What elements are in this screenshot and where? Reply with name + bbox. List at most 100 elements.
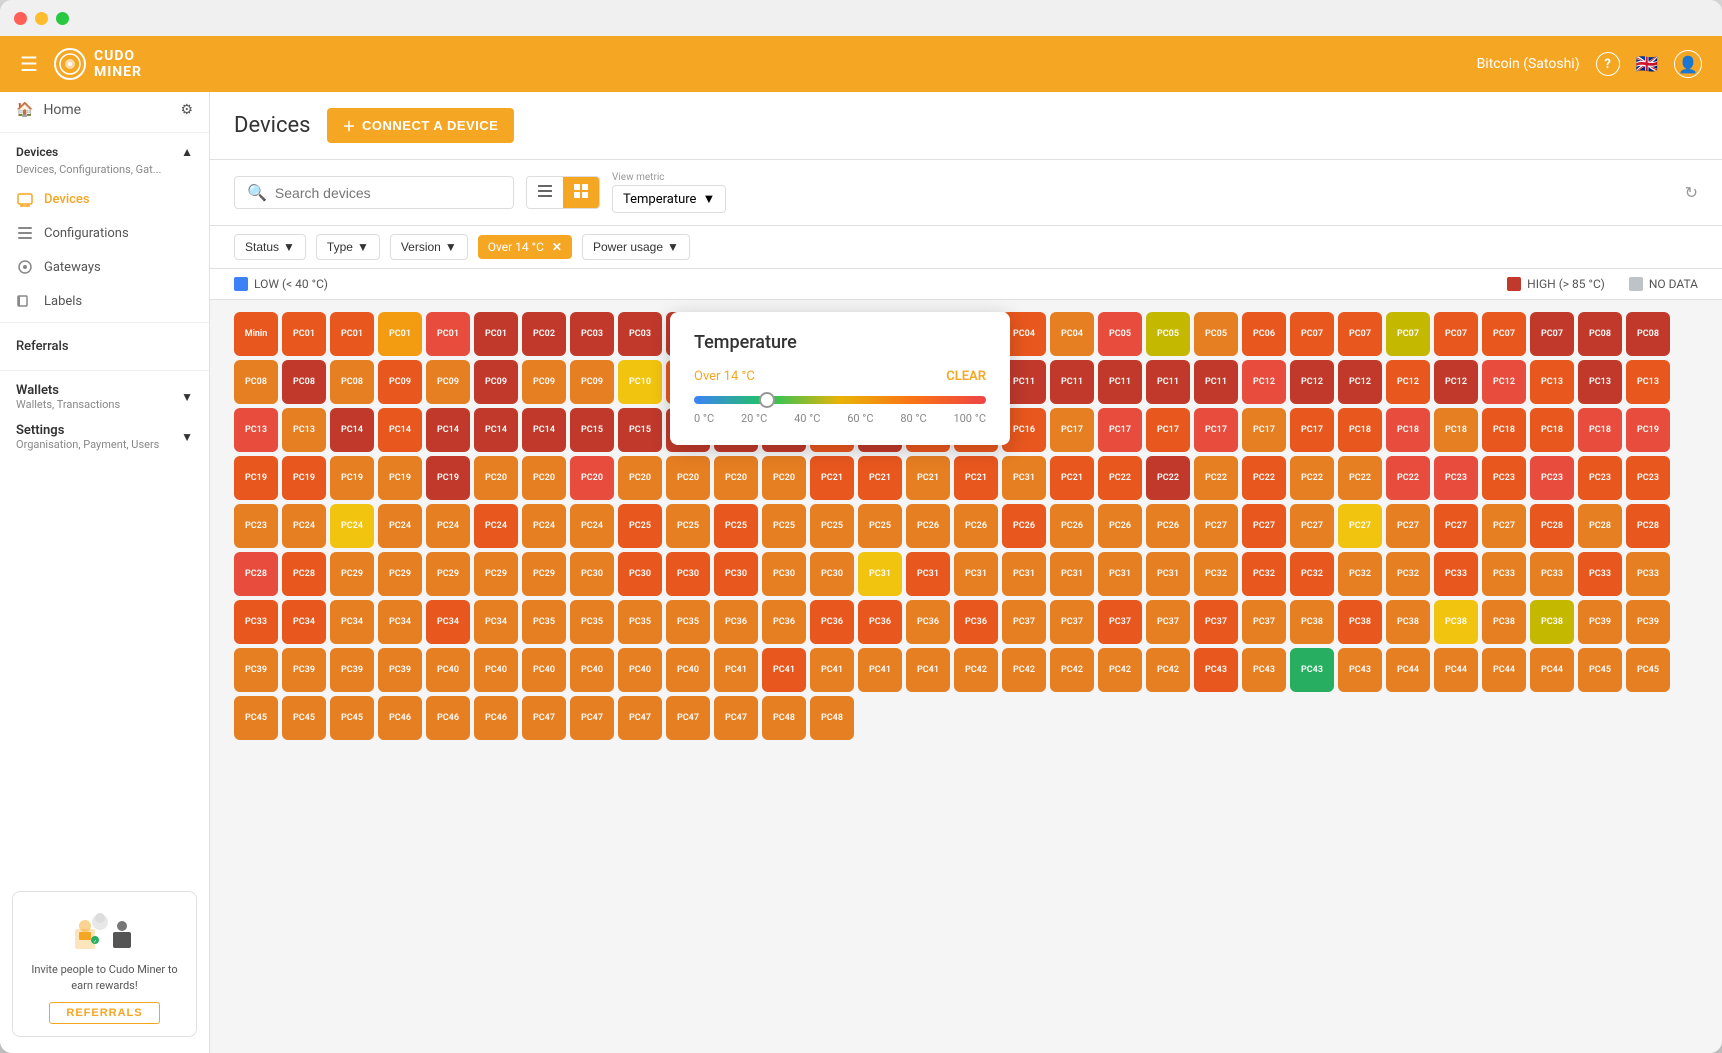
device-tile[interactable]: PC17 <box>1194 408 1238 452</box>
device-tile[interactable]: PC35 <box>522 600 566 644</box>
device-tile[interactable]: PC08 <box>1578 312 1622 356</box>
device-tile[interactable]: PC45 <box>330 696 374 740</box>
device-tile[interactable]: PC36 <box>714 600 758 644</box>
device-tile[interactable]: PC23 <box>1626 456 1670 500</box>
device-tile[interactable]: PC07 <box>1386 312 1430 356</box>
device-tile[interactable]: Minin <box>234 312 278 356</box>
device-tile[interactable]: PC09 <box>378 360 422 404</box>
device-tile[interactable]: PC38 <box>1338 600 1382 644</box>
device-tile[interactable]: PC30 <box>762 552 806 596</box>
device-tile[interactable]: PC33 <box>1434 552 1478 596</box>
device-tile[interactable]: PC01 <box>282 312 326 356</box>
device-tile[interactable]: PC35 <box>618 600 662 644</box>
device-tile[interactable]: PC29 <box>426 552 470 596</box>
device-tile[interactable]: PC19 <box>1626 408 1670 452</box>
device-tile[interactable]: PC47 <box>522 696 566 740</box>
device-tile[interactable]: PC01 <box>378 312 422 356</box>
device-tile[interactable]: PC10 <box>618 360 662 404</box>
device-tile[interactable]: PC07 <box>1338 312 1382 356</box>
device-tile[interactable]: PC31 <box>1146 552 1190 596</box>
device-tile[interactable]: PC27 <box>1338 504 1382 548</box>
search-input[interactable] <box>275 185 501 201</box>
device-tile[interactable]: PC36 <box>906 600 950 644</box>
device-tile[interactable]: PC31 <box>906 552 950 596</box>
device-tile[interactable]: PC27 <box>1242 504 1286 548</box>
device-tile[interactable]: PC27 <box>1434 504 1478 548</box>
refresh-icon[interactable]: ↻ <box>1685 183 1698 202</box>
device-tile[interactable]: PC40 <box>426 648 470 692</box>
device-tile[interactable]: PC25 <box>810 504 854 548</box>
device-tile[interactable]: PC32 <box>1338 552 1382 596</box>
device-tile[interactable]: PC18 <box>1434 408 1478 452</box>
device-tile[interactable]: PC30 <box>618 552 662 596</box>
device-tile[interactable]: PC25 <box>762 504 806 548</box>
device-tile[interactable]: PC24 <box>522 504 566 548</box>
device-tile[interactable]: PC26 <box>1098 504 1142 548</box>
device-tile[interactable]: PC24 <box>426 504 470 548</box>
device-tile[interactable]: PC18 <box>1578 408 1622 452</box>
device-tile[interactable]: PC20 <box>474 456 518 500</box>
device-tile[interactable]: PC36 <box>858 600 902 644</box>
device-tile[interactable]: PC47 <box>666 696 710 740</box>
device-tile[interactable]: PC37 <box>1002 600 1046 644</box>
device-tile[interactable]: PC43 <box>1290 648 1334 692</box>
device-tile[interactable]: PC48 <box>762 696 806 740</box>
device-tile[interactable]: PC28 <box>1626 504 1670 548</box>
device-tile[interactable]: PC14 <box>426 408 470 452</box>
temp-clear-button[interactable]: CLEAR <box>946 369 986 384</box>
sidebar-item-devices[interactable]: Devices <box>0 182 209 216</box>
device-tile[interactable]: PC43 <box>1194 648 1238 692</box>
device-tile[interactable]: PC09 <box>474 360 518 404</box>
sidebar-item-gateways[interactable]: Gateways <box>0 250 209 284</box>
device-tile[interactable]: PC12 <box>1482 360 1526 404</box>
device-tile[interactable]: PC40 <box>618 648 662 692</box>
minimize-button[interactable] <box>35 12 48 25</box>
sidebar-item-referrals[interactable]: Referrals <box>0 327 209 366</box>
device-tile[interactable]: PC05 <box>1098 312 1142 356</box>
device-tile[interactable]: PC40 <box>570 648 614 692</box>
device-tile[interactable]: PC12 <box>1434 360 1478 404</box>
device-tile[interactable]: PC22 <box>1098 456 1142 500</box>
device-tile[interactable]: PC34 <box>282 600 326 644</box>
device-tile[interactable]: PC23 <box>1482 456 1526 500</box>
device-tile[interactable]: PC42 <box>1050 648 1094 692</box>
device-tile[interactable]: PC39 <box>330 648 374 692</box>
device-tile[interactable]: PC28 <box>282 552 326 596</box>
device-tile[interactable]: PC31 <box>1002 456 1046 500</box>
device-tile[interactable]: PC22 <box>1242 456 1286 500</box>
device-tile[interactable]: PC20 <box>762 456 806 500</box>
device-tile[interactable]: PC25 <box>666 504 710 548</box>
device-tile[interactable]: PC19 <box>234 456 278 500</box>
device-tile[interactable]: PC27 <box>1386 504 1430 548</box>
device-tile[interactable]: PC37 <box>1050 600 1094 644</box>
device-tile[interactable]: PC18 <box>1530 408 1574 452</box>
device-tile[interactable]: PC29 <box>522 552 566 596</box>
device-tile[interactable]: PC28 <box>1578 504 1622 548</box>
device-tile[interactable]: PC07 <box>1530 312 1574 356</box>
device-tile[interactable]: PC45 <box>282 696 326 740</box>
device-tile[interactable]: PC07 <box>1290 312 1334 356</box>
device-tile[interactable]: PC20 <box>618 456 662 500</box>
grid-view-button[interactable] <box>563 177 599 208</box>
device-tile[interactable]: PC23 <box>1530 456 1574 500</box>
device-tile[interactable]: PC28 <box>1530 504 1574 548</box>
connect-device-button[interactable]: ＋ CONNECT A DEVICE <box>327 108 515 143</box>
device-tile[interactable]: PC31 <box>1098 552 1142 596</box>
device-tile[interactable]: PC31 <box>1050 552 1094 596</box>
device-tile[interactable]: PC20 <box>714 456 758 500</box>
device-tile[interactable]: PC27 <box>1482 504 1526 548</box>
device-tile[interactable]: PC24 <box>282 504 326 548</box>
device-tile[interactable]: PC15 <box>618 408 662 452</box>
help-icon[interactable]: ? <box>1596 52 1620 76</box>
device-tile[interactable]: PC04 <box>1050 312 1094 356</box>
device-tile[interactable]: PC46 <box>378 696 422 740</box>
device-tile[interactable]: PC47 <box>570 696 614 740</box>
device-tile[interactable]: PC45 <box>234 696 278 740</box>
device-tile[interactable]: PC05 <box>1146 312 1190 356</box>
device-tile[interactable]: PC08 <box>330 360 374 404</box>
device-tile[interactable]: PC19 <box>378 456 422 500</box>
device-tile[interactable]: PC21 <box>954 456 998 500</box>
device-tile[interactable]: PC36 <box>810 600 854 644</box>
device-tile[interactable]: PC24 <box>378 504 422 548</box>
home-settings-icon[interactable]: ⚙ <box>180 102 193 118</box>
